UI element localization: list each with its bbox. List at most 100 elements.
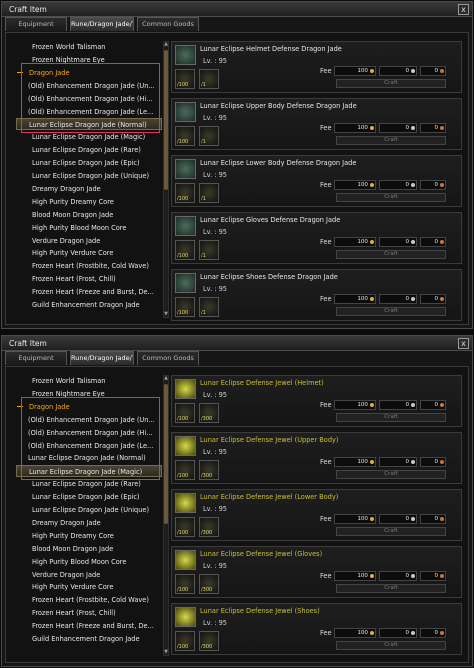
- fee-copper-value: 0: [434, 516, 438, 522]
- scroll-up-icon[interactable]: ▲: [164, 376, 168, 381]
- list-item[interactable]: Verdure Dragon Jade: [16, 569, 162, 581]
- defense-jewel-icon[interactable]: [175, 550, 196, 570]
- material-icon[interactable]: /1: [199, 183, 219, 203]
- list-item[interactable]: Frozen World Talisman: [16, 41, 162, 53]
- coin-icon: [411, 126, 415, 130]
- list-item[interactable]: Lunar Eclipse Dragon Jade (Unique): [16, 504, 162, 516]
- material-icon[interactable]: /300: [199, 403, 219, 423]
- craft-button[interactable]: Craft: [336, 79, 446, 88]
- craft-button[interactable]: Craft: [336, 413, 446, 422]
- defense-jewel-icon[interactable]: [175, 493, 196, 513]
- defense-jewel-icon[interactable]: [175, 436, 196, 456]
- list-item[interactable]: Frozen Heart (Frost, Chill): [16, 273, 162, 285]
- scroll-up-icon[interactable]: ▲: [164, 42, 168, 47]
- dragon-jade-icon[interactable]: [175, 159, 196, 179]
- item-name: Lunar Eclipse Lower Body Defense Dragon …: [200, 159, 357, 167]
- dragon-jade-icon[interactable]: [175, 216, 196, 236]
- craft-button[interactable]: Craft: [336, 641, 446, 650]
- recipe-card: Lunar Eclipse Upper Body Defense Dragon …: [171, 98, 462, 150]
- list-item[interactable]: High Purity Verdure Core: [16, 581, 162, 593]
- craft-button[interactable]: Craft: [336, 193, 446, 202]
- list-item[interactable]: High Purity Dreamy Core: [16, 530, 162, 542]
- list-item[interactable]: Verdure Dragon Jade: [16, 235, 162, 247]
- fee-silver-value: 0: [405, 630, 409, 636]
- craft-button[interactable]: Craft: [336, 470, 446, 479]
- material-icon[interactable]: /100: [175, 517, 195, 537]
- list-item[interactable]: Frozen Heart (Freeze and Burst, De...: [16, 286, 162, 298]
- material-icon[interactable]: /100: [175, 574, 195, 594]
- material-icon[interactable]: /300: [199, 574, 219, 594]
- tab-equipment[interactable]: Equipment: [5, 351, 67, 365]
- list-item[interactable]: High Purity Blood Moon Core: [16, 222, 162, 234]
- item-level: Lv. : 95: [203, 57, 227, 65]
- list-item[interactable]: Frozen World Talisman: [16, 375, 162, 387]
- close-icon[interactable]: x: [458, 4, 469, 15]
- dragon-jade-icon[interactable]: [175, 102, 196, 122]
- fee-gold-value: 100: [357, 516, 368, 522]
- coin-icon: [440, 460, 444, 464]
- craft-button[interactable]: Craft: [336, 527, 446, 536]
- list-item[interactable]: Frozen Heart (Frostbite, Cold Wave): [16, 594, 162, 606]
- craft-button[interactable]: Craft: [336, 136, 446, 145]
- list-item[interactable]: Frozen Heart (Frostbite, Cold Wave): [16, 260, 162, 272]
- list-item-label: Frozen Heart (Frost, Chill): [32, 275, 116, 284]
- close-icon[interactable]: x: [458, 338, 469, 349]
- tab-rune-dragon-jade[interactable]: Rune/Dragon Jade/Ta...: [70, 17, 134, 31]
- material-icon[interactable]: /100: [175, 403, 195, 423]
- coin-icon: [440, 403, 444, 407]
- coin-icon: [411, 69, 415, 73]
- tab-common-goods[interactable]: Common Goods: [137, 17, 199, 31]
- list-item-label: Frozen World Talisman: [32, 377, 106, 385]
- list-item-label: Guild Enhancement Dragon Jade: [32, 635, 140, 643]
- material-icon[interactable]: /1: [199, 126, 219, 146]
- material-icon[interactable]: /100: [175, 183, 195, 203]
- list-item[interactable]: High Purity Blood Moon Core: [16, 556, 162, 568]
- list-item[interactable]: Dreamy Dragon Jade: [16, 517, 162, 529]
- craft-button[interactable]: Craft: [336, 584, 446, 593]
- list-scrollbar[interactable]: ▲ ▼: [163, 375, 169, 656]
- list-item[interactable]: Lunar Eclipse Dragon Jade (Unique): [16, 170, 162, 182]
- list-item[interactable]: Guild Enhancement Dragon Jade: [16, 633, 162, 645]
- list-item[interactable]: Lunar Eclipse Dragon Jade (Epic): [16, 157, 162, 169]
- list-item[interactable]: High Purity Verdure Core: [16, 247, 162, 259]
- dragon-jade-icon[interactable]: [175, 45, 196, 65]
- tab-common-goods[interactable]: Common Goods: [137, 351, 199, 365]
- material-icon[interactable]: /1: [199, 297, 219, 317]
- material-icon[interactable]: /100: [175, 69, 195, 89]
- craft-button[interactable]: Craft: [336, 250, 446, 259]
- defense-jewel-icon[interactable]: [175, 607, 196, 627]
- list-item[interactable]: High Purity Dreamy Core: [16, 196, 162, 208]
- material-icon[interactable]: /100: [175, 240, 195, 260]
- scroll-down-icon[interactable]: ▼: [164, 650, 168, 655]
- list-item[interactable]: Frozen Heart (Frost, Chill): [16, 607, 162, 619]
- list-item[interactable]: Frozen Heart (Freeze and Burst, De...: [16, 620, 162, 632]
- craft-button[interactable]: Craft: [336, 307, 446, 316]
- material-icon[interactable]: /300: [199, 460, 219, 480]
- material-icon[interactable]: /100: [175, 631, 195, 651]
- material-icon[interactable]: /300: [199, 631, 219, 651]
- list-item[interactable]: Lunar Eclipse Dragon Jade (Rare): [16, 144, 162, 156]
- list-item[interactable]: Blood Moon Dragon Jade: [16, 209, 162, 221]
- material-icon[interactable]: /1: [199, 240, 219, 260]
- dragon-jade-icon[interactable]: [175, 273, 196, 293]
- scroll-thumb[interactable]: [164, 384, 168, 524]
- recipe-list: Lunar Eclipse Defense Jewel (Helmet) Lv. …: [171, 375, 462, 656]
- material-count: /1: [201, 196, 206, 202]
- list-item[interactable]: Guild Enhancement Dragon Jade: [16, 299, 162, 311]
- list-item[interactable]: Blood Moon Dragon Jade: [16, 543, 162, 555]
- material-icon[interactable]: /100: [175, 297, 195, 317]
- material-icon[interactable]: /1: [199, 69, 219, 89]
- tab-equipment[interactable]: Equipment: [5, 17, 67, 31]
- fee-gold-value: 100: [357, 296, 368, 302]
- recipe-card: Lunar Eclipse Lower Body Defense Dragon …: [171, 155, 462, 207]
- list-scrollbar[interactable]: ▲ ▼: [163, 41, 169, 318]
- material-icon[interactable]: /100: [175, 460, 195, 480]
- scroll-thumb[interactable]: [164, 50, 168, 190]
- tab-rune-dragon-jade[interactable]: Rune/Dragon Jade/Ta...: [70, 351, 134, 365]
- material-icon[interactable]: /300: [199, 517, 219, 537]
- list-item[interactable]: Dreamy Dragon Jade: [16, 183, 162, 195]
- list-item[interactable]: Lunar Eclipse Dragon Jade (Epic): [16, 491, 162, 503]
- scroll-down-icon[interactable]: ▼: [164, 312, 168, 317]
- defense-jewel-icon[interactable]: [175, 379, 196, 399]
- material-icon[interactable]: /100: [175, 126, 195, 146]
